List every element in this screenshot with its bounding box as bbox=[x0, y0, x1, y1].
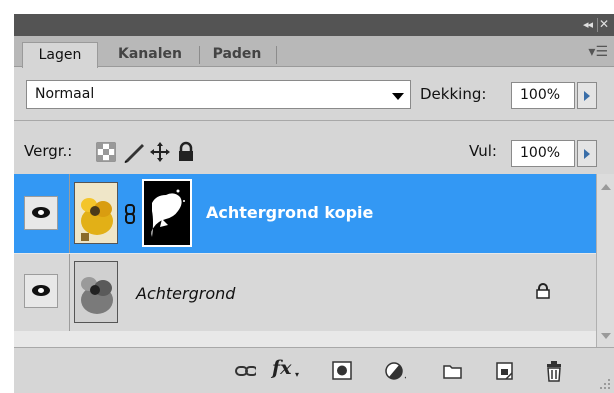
close-icon[interactable]: ✕ bbox=[599, 17, 609, 31]
layer-thumbnail[interactable] bbox=[74, 261, 118, 323]
mask-link-icon[interactable] bbox=[123, 204, 137, 224]
new-group-icon[interactable] bbox=[442, 360, 464, 382]
resize-grip-icon[interactable] bbox=[596, 376, 612, 392]
adjustment-layer-icon[interactable] bbox=[384, 360, 406, 382]
eye-icon bbox=[32, 285, 50, 296]
fx-icon[interactable]: fx bbox=[272, 357, 292, 379]
column-separator bbox=[69, 174, 70, 253]
visibility-toggle[interactable] bbox=[24, 274, 58, 308]
lock-label: Vergr.: bbox=[24, 142, 73, 160]
opacity-field[interactable]: 100% bbox=[511, 82, 575, 109]
delete-layer-icon[interactable] bbox=[543, 360, 565, 382]
lock-pixels-icon[interactable] bbox=[123, 141, 145, 163]
panel-menu-icon[interactable]: ▾☰ bbox=[588, 44, 608, 60]
tab-row: Lagen Kanalen Paden ▾☰ bbox=[14, 36, 614, 68]
layer-thumbnail[interactable] bbox=[74, 182, 118, 244]
lock-icon bbox=[536, 283, 550, 299]
fill-field[interactable]: 100% bbox=[511, 140, 575, 167]
layer-name[interactable]: Achtergrond kopie bbox=[206, 203, 373, 222]
tab-lagen[interactable]: Lagen bbox=[22, 42, 98, 68]
add-mask-icon[interactable] bbox=[332, 360, 354, 382]
tab-paden[interactable]: Paden bbox=[202, 42, 272, 66]
lock-all-icon[interactable] bbox=[176, 141, 196, 163]
titlebar-separator bbox=[597, 18, 598, 32]
opacity-label: Dekking: bbox=[420, 85, 487, 103]
tab-separator bbox=[276, 46, 277, 64]
opacity-spinner-button[interactable] bbox=[577, 82, 597, 109]
divider bbox=[14, 120, 614, 121]
lock-transparency-icon[interactable] bbox=[96, 142, 116, 162]
eye-icon bbox=[32, 207, 50, 218]
layer-mask-thumbnail[interactable] bbox=[142, 179, 192, 247]
scroll-down-icon[interactable] bbox=[601, 333, 611, 339]
blend-mode-value: Normaal bbox=[35, 86, 95, 102]
link-layers-icon[interactable] bbox=[234, 360, 256, 382]
tab-kanalen[interactable]: Kanalen bbox=[104, 42, 196, 66]
visibility-toggle[interactable] bbox=[24, 196, 58, 230]
layers-list: Achtergrond kopie Achtergrond bbox=[14, 174, 596, 347]
layer-name[interactable]: Achtergrond bbox=[136, 284, 235, 303]
layers-empty-area bbox=[14, 331, 596, 347]
column-separator bbox=[69, 254, 70, 331]
layer-row-achtergrond-kopie[interactable]: Achtergrond kopie bbox=[14, 174, 596, 253]
panel-titlebar: ◂◂ ✕ bbox=[14, 14, 614, 36]
new-layer-icon[interactable] bbox=[494, 360, 516, 382]
scroll-up-icon[interactable] bbox=[601, 184, 611, 190]
fill-spinner-button[interactable] bbox=[577, 140, 597, 167]
tab-separator bbox=[199, 46, 200, 64]
collapse-icon[interactable]: ◂◂ bbox=[583, 18, 593, 31]
blend-mode-select[interactable]: Normaal bbox=[26, 80, 411, 109]
lock-position-icon[interactable] bbox=[149, 141, 171, 163]
layers-panel: ◂◂ ✕ Lagen Kanalen Paden ▾☰ Normaal Dekk… bbox=[14, 14, 614, 393]
layers-scrollbar[interactable] bbox=[596, 174, 614, 347]
fill-label: Vul: bbox=[469, 142, 497, 160]
fx-dropdown-icon: ▾ bbox=[295, 370, 300, 379]
panel-footer: fx ▾ bbox=[14, 347, 614, 393]
chevron-down-icon bbox=[392, 93, 404, 100]
layer-row-achtergrond[interactable]: Achtergrond bbox=[14, 254, 596, 331]
